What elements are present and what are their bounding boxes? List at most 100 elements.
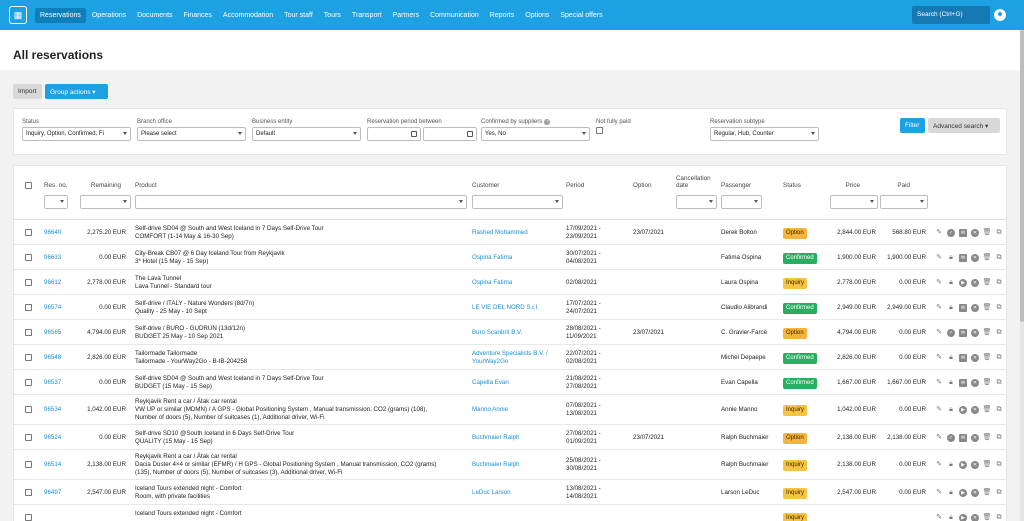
group-actions-button[interactable]: Group actions ▾ <box>45 84 108 99</box>
check-icon[interactable]: ✓ <box>947 329 955 337</box>
customer-link[interactable]: Ospina Fatima <box>472 279 512 287</box>
trash-icon[interactable]: 🗑︎ <box>983 461 992 469</box>
filter-button[interactable]: Filter <box>900 118 925 133</box>
trash-icon[interactable]: 🗑︎ <box>983 379 992 387</box>
customer-link[interactable]: Buchmaier Ralph <box>472 434 519 442</box>
import-button[interactable]: Import <box>13 84 42 99</box>
not-paid-checkbox[interactable] <box>596 127 603 134</box>
nav-transport[interactable]: Transport <box>347 8 387 23</box>
copy-icon[interactable]: ⧉ <box>995 254 1003 262</box>
status-select[interactable]: Inquiry, Option, Confirmed, Fi <box>22 127 131 141</box>
nav-partners[interactable]: Partners <box>388 8 424 23</box>
nav-tours[interactable]: Tours <box>319 8 346 23</box>
cancel-icon[interactable]: ✕ <box>971 461 979 469</box>
message-icon[interactable]: ✉ <box>959 329 967 337</box>
filter-remaining[interactable] <box>80 195 131 209</box>
filter-product[interactable] <box>135 195 467 209</box>
header-status[interactable]: Status <box>783 182 801 189</box>
edit-icon[interactable]: ✎ <box>935 406 943 414</box>
trash-icon[interactable]: 🗑︎ <box>983 354 992 362</box>
user-icon[interactable] <box>994 9 1006 21</box>
nav-tour-staff[interactable]: Tour staff <box>279 8 318 23</box>
edit-icon[interactable]: ✎ <box>935 354 943 362</box>
calendar-icon[interactable] <box>411 131 417 137</box>
copy-icon[interactable]: ⧉ <box>995 489 1003 497</box>
cancel-icon[interactable]: ✕ <box>971 489 979 497</box>
search-input[interactable]: Search (Ctrl+G) <box>912 6 990 24</box>
cancel-icon[interactable]: ✕ <box>971 406 979 414</box>
grid-logo-icon[interactable]: ▦ <box>9 6 27 24</box>
edit-icon[interactable]: ✎ <box>935 279 943 287</box>
trash-icon[interactable]: 🗑︎ <box>983 329 992 337</box>
cancel-icon[interactable]: ✕ <box>971 254 979 262</box>
check-icon[interactable]: ✓ <box>947 229 955 237</box>
table-row[interactable]: 96612 2,778.00 EUR The Lava Tunnel Lava Tun… <box>14 270 1006 295</box>
nav-finances[interactable]: Finances <box>179 8 217 23</box>
nav-special-offers[interactable]: Special offers <box>555 8 607 23</box>
customer-link[interactable]: Manno Annie <box>472 406 508 414</box>
edit-icon[interactable]: ✎ <box>935 379 943 387</box>
row-checkbox[interactable] <box>25 354 32 361</box>
row-checkbox[interactable] <box>25 379 32 386</box>
copy-icon[interactable]: ⧉ <box>995 304 1003 312</box>
nav-reservations[interactable]: Reservations <box>35 7 86 23</box>
trash-icon[interactable]: 🗑︎ <box>983 489 992 497</box>
copy-icon[interactable]: ⧉ <box>995 434 1003 442</box>
play-icon[interactable]: ▶ <box>959 279 967 287</box>
edit-icon[interactable]: ✎ <box>935 514 943 521</box>
nav-communication[interactable]: Communication <box>425 8 484 23</box>
reservation-number-link[interactable]: 96640 <box>44 229 61 237</box>
table-row[interactable]: 96537 0.00 EUR Self-drive SD04 @ South and… <box>14 370 1006 395</box>
copy-icon[interactable]: ⧉ <box>995 354 1003 362</box>
play-icon[interactable]: ▶ <box>959 461 967 469</box>
select-all-checkbox[interactable] <box>25 182 32 189</box>
table-row[interactable]: 96548 2,826.00 EUR Tailormade Tailormade Ta… <box>14 345 1006 370</box>
customer-link[interactable]: LE VIE DEL NORD S.r.l. <box>472 304 539 312</box>
lock-icon[interactable]: 🔒︎ <box>947 304 955 312</box>
reservation-number-link[interactable]: 96524 <box>44 434 61 442</box>
copy-icon[interactable]: ⧉ <box>995 279 1003 287</box>
trash-icon[interactable]: 🗑︎ <box>983 514 992 521</box>
header-remaining[interactable]: Remaining <box>80 182 121 189</box>
reservation-number-link[interactable]: 96497 <box>44 489 61 497</box>
edit-icon[interactable]: ✎ <box>935 434 943 442</box>
cancel-icon[interactable]: ✕ <box>971 229 979 237</box>
table-row[interactable]: 96633 0.00 EUR City-Break CB07 @ 6 Day Ice… <box>14 245 1006 270</box>
table-row[interactable]: 96565 4,794.00 EUR Self-drive / BURO - GUD… <box>14 320 1006 345</box>
branch-select[interactable]: Please select <box>137 127 246 141</box>
edit-icon[interactable]: ✎ <box>935 254 943 262</box>
table-row[interactable]: 96497 2,547.00 EUR Iceland Tours extended … <box>14 480 1006 505</box>
trash-icon[interactable]: 🗑︎ <box>983 254 992 262</box>
lock-icon[interactable]: 🔒︎ <box>947 406 955 414</box>
copy-icon[interactable]: ⧉ <box>995 329 1003 337</box>
reservation-number-link[interactable]: 96633 <box>44 254 61 262</box>
advanced-search-button[interactable]: Advanced search ▾ <box>928 118 1000 133</box>
header-cancellation-date[interactable]: Cancellation date <box>676 175 711 189</box>
cancel-icon[interactable]: ✕ <box>971 304 979 312</box>
copy-icon[interactable]: ⧉ <box>995 406 1003 414</box>
nav-operations[interactable]: Operations <box>87 8 131 23</box>
check-icon[interactable]: ✓ <box>947 434 955 442</box>
table-row[interactable]: 96640 2,275.20 EUR Self-drive SD04 @ South… <box>14 220 1006 245</box>
header-price[interactable]: Price <box>830 182 860 189</box>
header-product[interactable]: Product <box>135 182 157 189</box>
row-checkbox[interactable] <box>25 489 32 496</box>
lock-icon[interactable]: 🔒︎ <box>947 489 955 497</box>
message-icon[interactable]: ✉ <box>959 354 967 362</box>
filter-cancellation[interactable] <box>676 195 717 209</box>
period-start-input[interactable] <box>367 127 421 141</box>
trash-icon[interactable]: 🗑︎ <box>983 279 992 287</box>
play-icon[interactable]: ▶ <box>959 406 967 414</box>
table-row[interactable]: 96574 0.00 EUR Self-drive / ITALY - Nature… <box>14 295 1006 320</box>
message-icon[interactable]: ✉ <box>959 229 967 237</box>
header-passenger[interactable]: Passenger <box>721 182 751 189</box>
table-row[interactable]: 96524 0.00 EUR Self-drive SD10 @South Icel… <box>14 425 1006 450</box>
reservation-number-link[interactable]: 96548 <box>44 354 61 362</box>
row-checkbox[interactable] <box>25 434 32 441</box>
cancel-icon[interactable]: ✕ <box>971 329 979 337</box>
edit-icon[interactable]: ✎ <box>935 329 943 337</box>
copy-icon[interactable]: ⧉ <box>995 461 1003 469</box>
trash-icon[interactable]: 🗑︎ <box>983 434 992 442</box>
calendar-icon[interactable] <box>467 131 473 137</box>
customer-link[interactable]: Adventure Specialists B.V. / YourWay2Go <box>472 350 548 366</box>
